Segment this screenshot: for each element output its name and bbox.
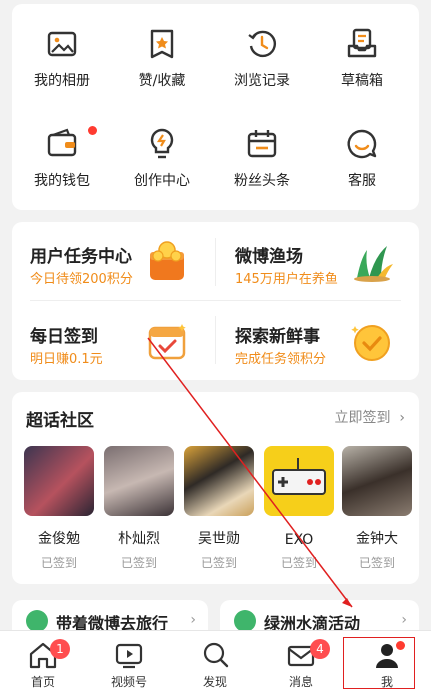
section-title: 超话社区 xyxy=(26,411,94,431)
highlight-box xyxy=(343,637,415,689)
grid-item-wallet[interactable]: 我的钱包 xyxy=(12,104,112,190)
grid-label: 我的相册 xyxy=(34,73,90,89)
signin-now-link[interactable]: 立即签到 › xyxy=(334,407,405,427)
grid-item-fans[interactable]: 粉丝头条 xyxy=(212,104,312,190)
topic-person[interactable]: 朴灿烈 已签到 xyxy=(104,446,174,571)
tab-label: 发现 xyxy=(202,675,227,689)
grid-label: 浏览记录 xyxy=(234,73,290,89)
topic-person[interactable]: 金俊勉 已签到 xyxy=(24,446,94,571)
grid-label: 粉丝头条 xyxy=(234,173,290,189)
drafts-icon xyxy=(347,28,377,58)
water-drop-icon xyxy=(234,610,256,632)
video-icon xyxy=(115,643,143,669)
task-title: 探索新鲜事 xyxy=(235,327,320,347)
person-name: EXO xyxy=(284,532,314,548)
grid-item-history[interactable]: 浏览记录 xyxy=(212,4,312,90)
tab-label: 消息 xyxy=(288,675,313,689)
divider xyxy=(30,300,401,301)
unread-badge: 1 xyxy=(50,639,70,659)
location-pin-icon xyxy=(26,610,48,632)
person-name: 吴世勋 xyxy=(198,531,240,547)
signin-status: 已签到 xyxy=(200,556,237,570)
unread-badge: 4 xyxy=(310,639,330,659)
history-clock-icon xyxy=(248,30,276,58)
customer-service-icon xyxy=(347,129,377,159)
grid-label: 客服 xyxy=(348,173,376,189)
check-medal-icon xyxy=(351,325,390,361)
tab-home[interactable]: 1 首页 xyxy=(0,631,86,690)
task-title: 每日签到 xyxy=(30,327,98,347)
topic-person[interactable]: 金钟大 已签到 xyxy=(342,446,412,571)
game-controller-icon xyxy=(264,446,334,516)
task-subtitle: 完成任务领积分 xyxy=(235,352,327,367)
grid-item-creator[interactable]: 创作中心 xyxy=(112,104,212,190)
fishery-plant-icon xyxy=(354,246,393,282)
grid-label: 我的钱包 xyxy=(34,173,90,189)
notification-dot xyxy=(88,126,97,135)
calendar-icon xyxy=(247,130,277,158)
task-subtitle: 145万用户在养鱼 xyxy=(235,272,338,287)
person-name: 金钟大 xyxy=(356,531,398,547)
task-subtitle: 今日待领200积分 xyxy=(30,272,133,287)
person-name: 朴灿烈 xyxy=(118,531,160,547)
chevron-right-icon: › xyxy=(394,410,405,426)
grid-item-album[interactable]: 我的相册 xyxy=(12,4,112,90)
avatar xyxy=(24,446,94,516)
tab-label: 首页 xyxy=(30,675,55,689)
task-user-center[interactable]: 用户任务中心 今日待领200积分 xyxy=(12,226,202,294)
calendar-check-icon xyxy=(148,324,186,360)
wallet-icon xyxy=(47,128,77,157)
task-explore[interactable]: 探索新鲜事 完成任务领积分 xyxy=(217,306,407,374)
tab-video[interactable]: 视频号 xyxy=(86,631,172,690)
task-title: 用户任务中心 xyxy=(30,247,132,267)
divider xyxy=(215,238,216,286)
chevron-right-icon: › xyxy=(401,612,407,628)
grid-label: 赞/收藏 xyxy=(138,73,186,89)
task-subtitle: 明日赚0.1元 xyxy=(30,352,103,367)
lightbulb-icon xyxy=(150,128,174,159)
chevron-right-icon: › xyxy=(190,612,196,628)
signin-status: 已签到 xyxy=(358,556,395,570)
shortcut-grid: 我的相册 赞/收藏 浏览记录 草稿箱 我的钱包 创作中心 粉丝头条 客服 xyxy=(12,4,419,210)
topic-person[interactable]: 吴世勋 已签到 xyxy=(184,446,254,571)
signin-now-label: 立即签到 xyxy=(334,410,391,426)
tab-discover[interactable]: 发现 xyxy=(172,631,258,690)
signin-status: 已签到 xyxy=(40,556,77,570)
task-panel: 用户任务中心 今日待领200积分 微博渔场 145万用户在养鱼 每日签到 明日赚… xyxy=(12,222,419,380)
person-name: 金俊勉 xyxy=(38,531,80,547)
signin-status: 已签到 xyxy=(120,556,157,570)
grid-label: 创作中心 xyxy=(134,173,190,189)
divider xyxy=(215,316,216,364)
grid-item-drafts[interactable]: 草稿箱 xyxy=(312,4,412,90)
topic-person[interactable]: EXO 已签到 xyxy=(264,446,334,571)
task-fishery[interactable]: 微博渔场 145万用户在养鱼 xyxy=(217,226,407,294)
tab-label: 视频号 xyxy=(110,675,147,689)
signin-status: 已签到 xyxy=(280,556,317,570)
grid-label: 草稿箱 xyxy=(341,73,383,89)
like-collect-icon xyxy=(150,29,174,59)
avatar xyxy=(184,446,254,516)
avatar xyxy=(104,446,174,516)
task-daily-signin[interactable]: 每日签到 明日赚0.1元 xyxy=(12,306,202,374)
search-icon xyxy=(203,642,229,668)
grid-item-likes[interactable]: 赞/收藏 xyxy=(112,4,212,90)
avatar xyxy=(342,446,412,516)
grid-item-service[interactable]: 客服 xyxy=(312,104,412,190)
task-title: 微博渔场 xyxy=(235,247,303,267)
tab-messages[interactable]: 4 消息 xyxy=(258,631,344,690)
photo-album-icon xyxy=(47,31,77,57)
coin-gift-icon xyxy=(150,241,184,280)
super-topic-section: 超话社区 立即签到 › 金俊勉 已签到 朴灿烈 已签到 吴世勋 已签到 EXO … xyxy=(12,392,419,584)
